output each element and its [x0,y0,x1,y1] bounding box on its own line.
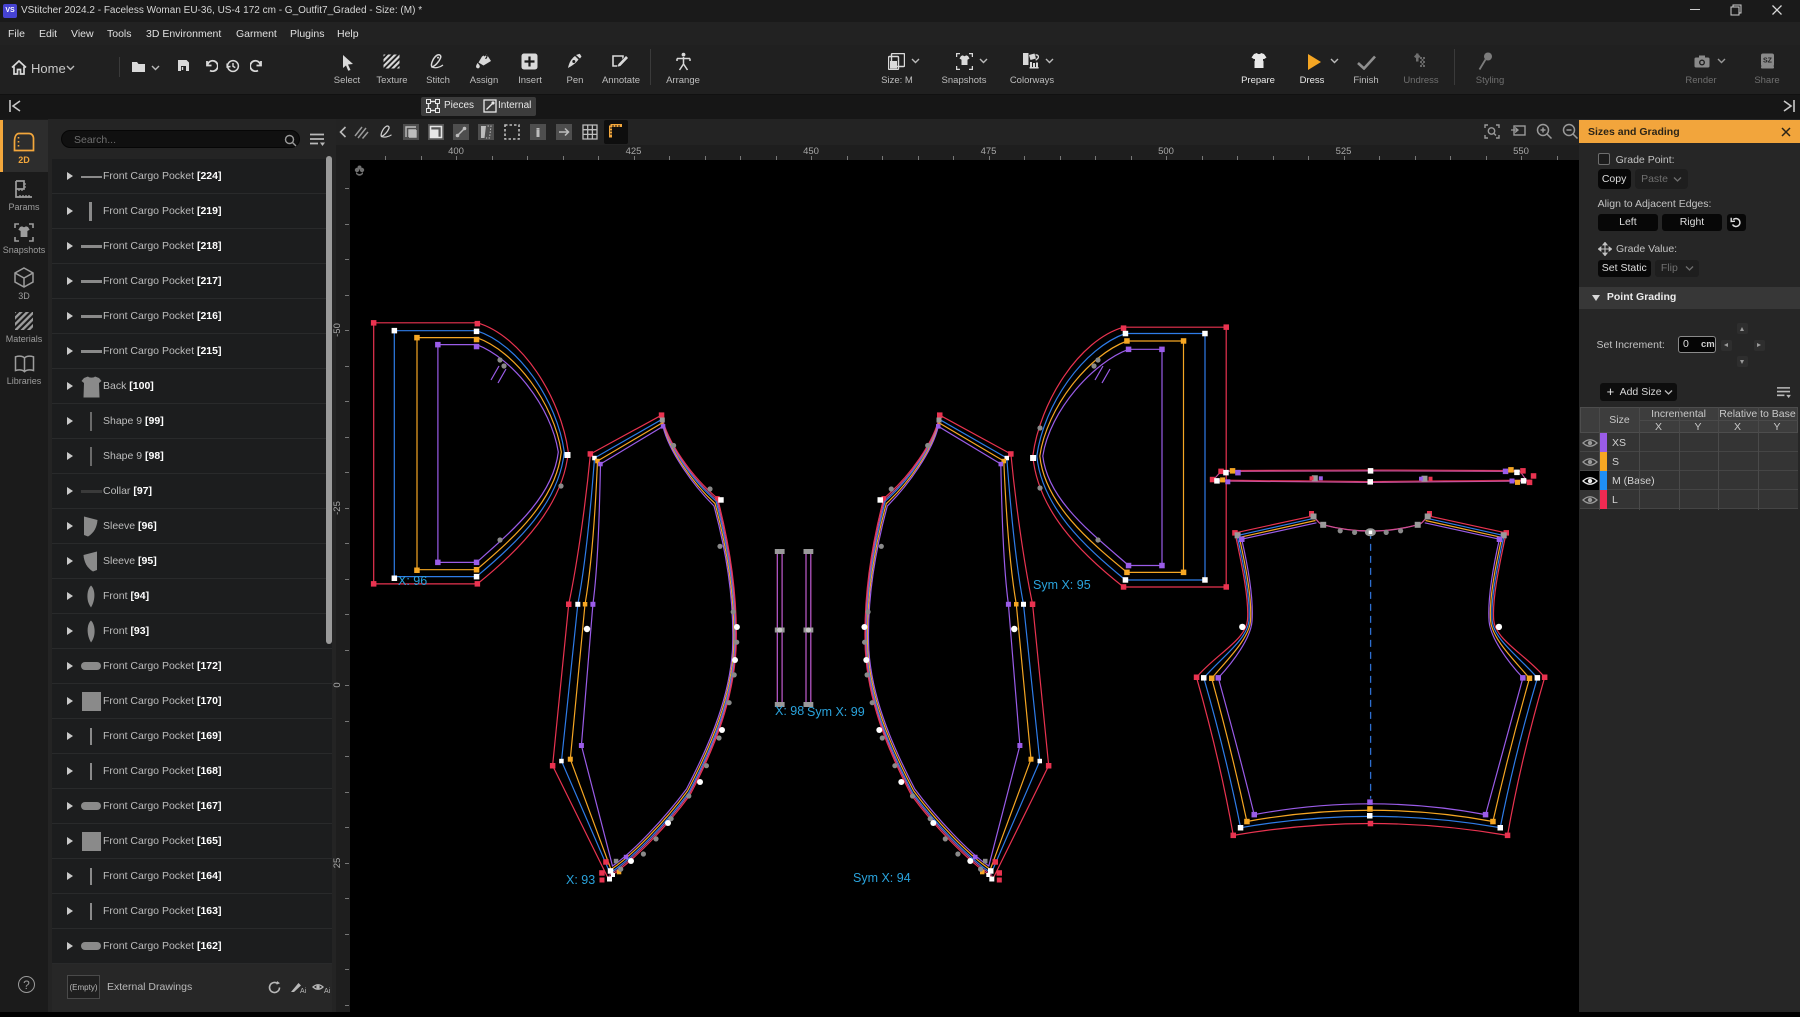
svg-text:Sym X: 94: Sym X: 94 [853,871,911,885]
svg-text:X: 96: X: 96 [398,574,427,588]
svg-text:Ai: Ai [324,988,331,995]
svg-text:X: 98: X: 98 [775,704,804,718]
svg-text:X: 93: X: 93 [566,873,595,887]
svg-text:Ai: Ai [300,988,307,995]
svg-text:SZ: SZ [1763,58,1773,65]
svg-text:Sym X: 95: Sym X: 95 [1033,578,1091,592]
svg-text:Sym X: 99: Sym X: 99 [807,705,865,719]
